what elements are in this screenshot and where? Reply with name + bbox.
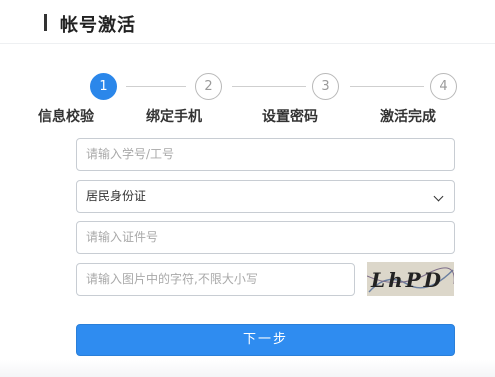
step-1-circle: 1 [90,73,117,100]
step-connector [126,86,186,87]
page-title: 帐号激活 [60,15,136,36]
next-step-button[interactable]: 下一步 [76,324,455,356]
step-3-label: 设置密码 [262,109,318,125]
step-1-label: 信息校验 [38,109,94,125]
step-3-circle: 3 [312,73,339,100]
step-connector [232,86,306,87]
step-4-label: 激活完成 [380,109,436,125]
captcha-graphic: LhPD [367,262,454,296]
bottom-edge [0,360,495,377]
step-2-label: 绑定手机 [146,109,202,125]
captcha-input[interactable]: 请输入图片中的字符,不限大小写 [76,263,355,296]
step-connector [350,86,424,87]
captcha-text: LhPD [370,268,444,292]
captcha-image[interactable]: LhPD [367,262,454,296]
student-id-placeholder: 请输入学号/工号 [86,147,175,161]
page-header: 帐号激活 [0,0,495,44]
header-accent-bar [44,14,47,31]
chevron-down-icon [433,191,444,202]
step-4-circle: 4 [430,73,457,100]
id-number-input[interactable]: 请输入证件号 [76,221,455,254]
captcha-placeholder: 请输入图片中的字符,不限大小写 [86,272,258,286]
student-id-input[interactable]: 请输入学号/工号 [76,138,455,171]
step-2-circle: 2 [195,73,222,100]
id-type-value: 居民身份证 [86,189,147,203]
id-type-select[interactable]: 居民身份证 [76,180,455,213]
id-number-placeholder: 请输入证件号 [86,230,159,244]
